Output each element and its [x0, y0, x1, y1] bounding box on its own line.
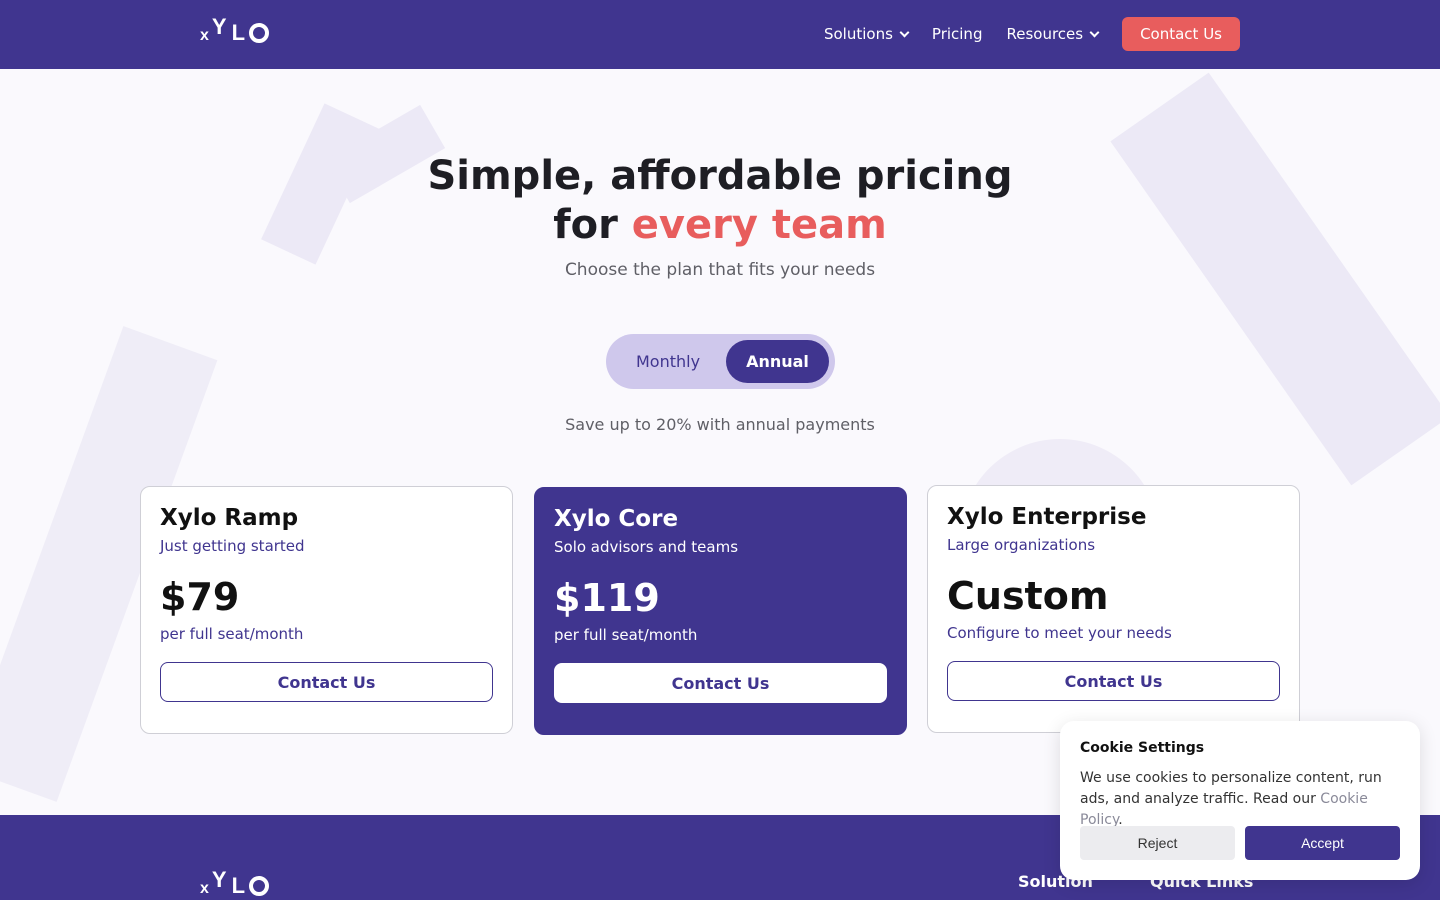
plan-unit: per full seat/month: [554, 626, 698, 644]
plan-card-core: Xylo Core Solo advisors and teams $119 p…: [534, 487, 907, 735]
plan-name: Xylo Enterprise: [947, 504, 1147, 530]
page-subtitle: Choose the plan that fits your needs: [564, 260, 876, 280]
logo-o-ring: [249, 23, 270, 43]
plan-contact-button[interactable]: Contact Us: [160, 662, 493, 702]
cookie-banner: Cookie Settings We use cookies to person…: [1060, 721, 1420, 880]
chevron-down-icon: [1089, 27, 1100, 37]
toggle-monthly[interactable]: Monthly: [606, 334, 730, 389]
xylo-logo[interactable]: x Y L: [200, 14, 270, 46]
title-accent: every team: [631, 202, 887, 248]
plan-price: $79: [160, 575, 240, 619]
cookie-actions: Reject Accept: [1080, 826, 1400, 860]
toggle-annual[interactable]: Annual: [726, 340, 829, 383]
cookie-text: We use cookies to personalize content, r…: [1080, 770, 1382, 828]
nav-solutions[interactable]: Solutions: [824, 25, 910, 43]
plan-card-enterprise: Xylo Enterprise Large organizations Cust…: [927, 485, 1300, 733]
nav-pricing[interactable]: Pricing: [932, 25, 983, 43]
cookie-title: Cookie Settings: [1080, 740, 1205, 756]
plan-unit: per full seat/month: [160, 625, 304, 643]
top-nav: x Y L Solutions Pricing Resources Contac…: [0, 0, 1440, 69]
nav-resources[interactable]: Resources: [1006, 25, 1100, 43]
plan-tagline: Large organizations: [947, 536, 1096, 554]
plan-price: $119: [554, 576, 660, 620]
page-title: Simple, affordable pricing for every tea…: [427, 153, 1013, 248]
plan-name: Xylo Core: [554, 506, 679, 532]
billing-toggle: Monthly Annual: [606, 334, 835, 389]
plan-tagline: Just getting started: [160, 537, 305, 555]
plan-price: Custom: [947, 574, 1109, 618]
cookie-reject-button[interactable]: Reject: [1080, 826, 1235, 860]
nav-contact-button[interactable]: Contact Us: [1122, 17, 1240, 51]
plan-tagline: Solo advisors and teams: [554, 538, 739, 556]
nav-links: Solutions Pricing Resources Contact Us: [824, 17, 1240, 51]
footer-logo[interactable]: x Y L: [200, 867, 270, 899]
savings-note: Save up to 20% with annual payments: [565, 415, 875, 434]
logo-o-ring: [249, 876, 270, 896]
plan-name: Xylo Ramp: [160, 505, 299, 531]
plan-card-ramp: Xylo Ramp Just getting started $79 per f…: [140, 486, 513, 734]
plan-contact-button[interactable]: Contact Us: [554, 663, 887, 703]
chevron-down-icon: [899, 27, 910, 37]
plan-contact-button[interactable]: Contact Us: [947, 661, 1280, 701]
plan-unit: Configure to meet your needs: [947, 624, 1172, 642]
cookie-accept-button[interactable]: Accept: [1245, 826, 1400, 860]
